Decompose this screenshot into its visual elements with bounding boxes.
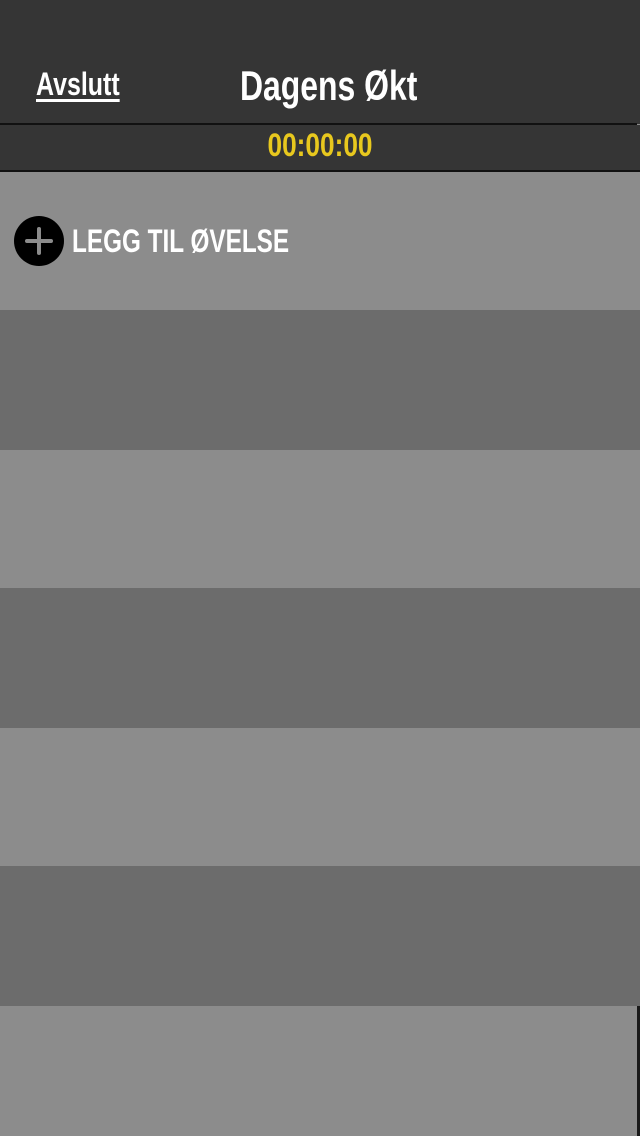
plus-circle-icon[interactable]: [14, 216, 64, 266]
list-row: [0, 866, 640, 1006]
add-exercise-label[interactable]: LEGG TIL ØVELSE: [72, 223, 289, 260]
list-row: [0, 310, 640, 450]
list-row: [0, 588, 640, 728]
workout-timer: 00:00:00: [267, 127, 373, 163]
list-row: [0, 1006, 640, 1136]
avslutt-button[interactable]: Avslutt: [36, 66, 120, 103]
top-bar: Avslutt Dagens Økt: [0, 0, 640, 124]
page-title: Dagens Økt: [240, 62, 418, 109]
add-exercise-row[interactable]: LEGG TIL ØVELSE: [0, 172, 640, 310]
list-row: [0, 728, 640, 866]
list-row: [0, 450, 640, 588]
